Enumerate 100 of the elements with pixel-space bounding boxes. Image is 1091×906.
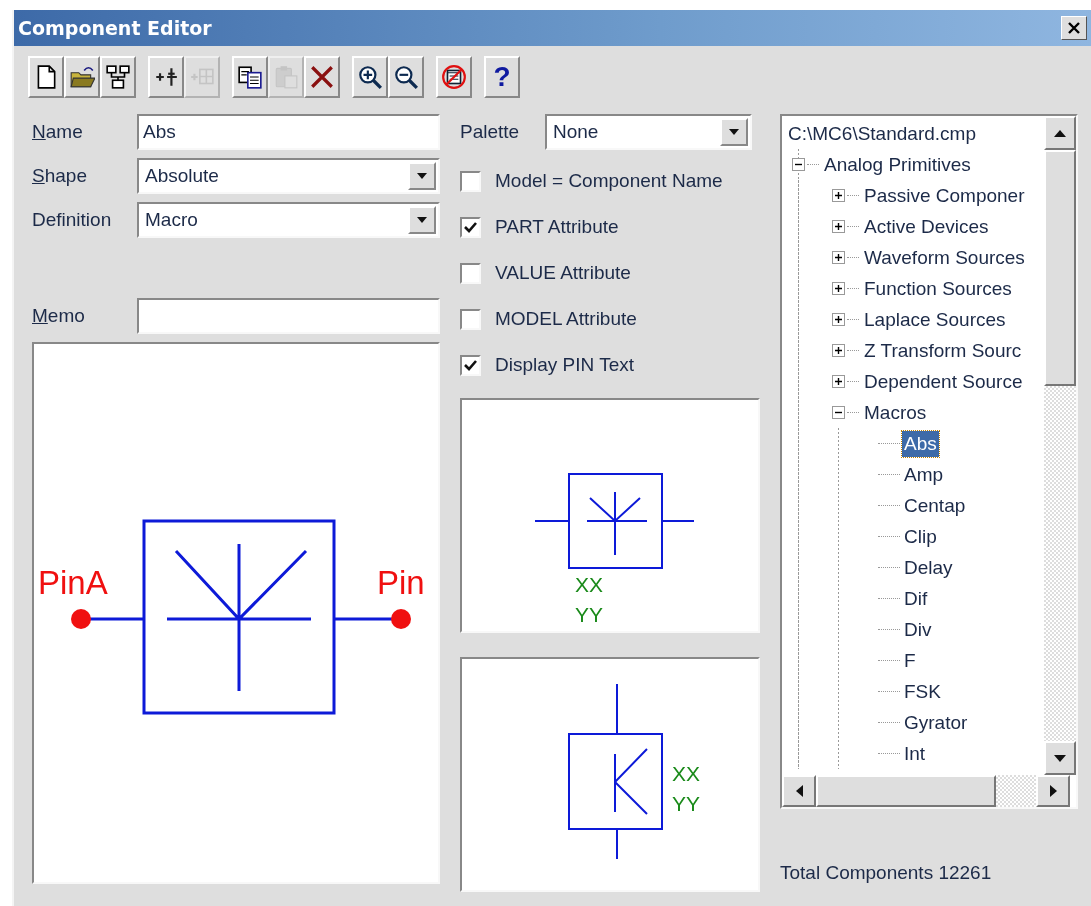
expander-box[interactable] — [832, 251, 845, 264]
total-count: Total Components 12261 — [780, 861, 993, 885]
field-label: Palette — [460, 119, 521, 144]
scrollbar-thumb[interactable] — [816, 775, 996, 807]
tree-item[interactable]: Int — [902, 740, 928, 767]
plus-icon — [834, 346, 843, 355]
checkbox[interactable] — [460, 262, 481, 284]
expander-box[interactable] — [832, 313, 845, 326]
plus-icon — [834, 284, 843, 293]
dropdown-field[interactable]: None — [545, 114, 752, 150]
dropdown-button[interactable] — [408, 206, 436, 234]
left-arrow-icon — [794, 784, 804, 798]
checkbox-label: Display PIN Text — [495, 352, 635, 377]
copy-button[interactable] — [232, 56, 268, 98]
expander-box[interactable] — [832, 220, 845, 233]
tree-item[interactable]: Waveform Sources — [862, 244, 1027, 271]
attribute-label: XX — [672, 762, 700, 785]
checkbox[interactable] — [460, 354, 481, 376]
scrollbar-thumb[interactable] — [1044, 150, 1076, 386]
up-arrow-icon — [1053, 128, 1067, 138]
folder-icon — [69, 64, 95, 90]
zoom-in-button[interactable] — [352, 56, 388, 98]
expander-box[interactable] — [832, 344, 845, 357]
tree-item[interactable]: Z Transform Sourc — [862, 337, 1024, 364]
tree-item[interactable]: Laplace Sources — [862, 306, 1008, 333]
tree-item[interactable]: Dif — [902, 585, 930, 612]
checkbox-label: Model = Component Name — [495, 168, 723, 193]
scroll-right-button[interactable] — [1036, 775, 1070, 807]
expander-box[interactable] — [832, 189, 845, 202]
tree-item[interactable]: Delay — [902, 554, 955, 581]
check-icon — [463, 358, 478, 372]
hierarchy-icon — [105, 64, 131, 90]
check-icon — [463, 220, 478, 234]
clipboard-icon — [273, 64, 299, 90]
delete-icon — [309, 64, 335, 90]
expander-box[interactable] — [832, 375, 845, 388]
dropdown-arrow-icon — [416, 172, 428, 180]
tree-item[interactable]: Div — [902, 616, 934, 643]
attribute-label: XX — [575, 573, 603, 596]
attribute-label: YY — [575, 603, 603, 626]
no-display-button[interactable] — [436, 56, 472, 98]
tree-item[interactable]: Abs — [902, 430, 939, 457]
window-title: Component Editor — [18, 15, 212, 41]
add-pin-button[interactable] — [148, 56, 184, 98]
close-button[interactable] — [1061, 16, 1087, 40]
expander-box[interactable] — [832, 406, 845, 419]
tree-item[interactable]: C:\MC6\Standard.cmp — [786, 120, 978, 147]
tree-button[interactable] — [100, 56, 136, 98]
dropdown-arrow-icon — [416, 216, 428, 224]
text-field[interactable]: Abs — [137, 114, 440, 150]
new-button[interactable] — [28, 56, 64, 98]
zoom-out-button[interactable] — [388, 56, 424, 98]
tree-item[interactable]: Clip — [902, 523, 939, 550]
dropdown-button[interactable] — [408, 162, 436, 190]
zoom-in-icon — [357, 64, 383, 90]
plus-icon — [834, 253, 843, 262]
scroll-left-button[interactable] — [782, 775, 816, 807]
tree-item[interactable]: Amp — [902, 461, 946, 488]
checkbox-label: VALUE Attribute — [495, 260, 631, 285]
plus-icon — [834, 191, 843, 200]
plus-icon — [834, 377, 843, 386]
checkbox[interactable] — [460, 170, 481, 192]
pin-label: Pin — [377, 564, 425, 601]
help-button[interactable]: ? — [484, 56, 520, 98]
checkbox[interactable] — [460, 216, 481, 238]
tree-item[interactable]: Dependent Source — [862, 368, 1025, 395]
tree-item[interactable]: Macros — [862, 399, 929, 426]
expander-box[interactable] — [832, 282, 845, 295]
scroll-down-button[interactable] — [1044, 741, 1076, 775]
dropdown-field[interactable]: Macro — [137, 202, 440, 238]
dropdown-button[interactable] — [720, 118, 748, 146]
field-label: Memo — [32, 303, 86, 328]
tree-item[interactable]: Analog Primitives — [822, 151, 973, 178]
tree-item[interactable]: Gyrator — [902, 709, 970, 736]
checkbox-label: MODEL Attribute — [495, 306, 637, 331]
dropdown-field[interactable]: Absolute — [137, 158, 440, 194]
zoom-out-icon — [393, 64, 419, 90]
right-arrow-icon — [1048, 784, 1058, 798]
close-icon — [1067, 21, 1081, 35]
tree-item[interactable]: F — [902, 647, 918, 674]
pin-label: PinA — [38, 564, 108, 601]
prohibited-icon — [441, 64, 467, 90]
expander-box[interactable] — [792, 158, 805, 171]
scroll-up-button[interactable] — [1044, 116, 1076, 150]
field-label: Definition — [32, 207, 113, 232]
tree-item[interactable]: Centap — [902, 492, 968, 519]
tree-item[interactable]: Passive Componer — [862, 182, 1027, 209]
dropdown-arrow-icon — [728, 128, 740, 136]
tree-item[interactable]: Active Devices — [862, 213, 991, 240]
field-label: Name — [32, 119, 84, 144]
open-button[interactable] — [64, 56, 100, 98]
plus-icon — [834, 222, 843, 231]
tree-item[interactable]: FSK — [902, 678, 943, 705]
checkbox-label: PART Attribute — [495, 214, 619, 239]
checkbox[interactable] — [460, 308, 481, 330]
copy-icon — [237, 64, 263, 90]
delete-button[interactable] — [304, 56, 340, 98]
text-field[interactable] — [137, 298, 440, 334]
down-arrow-icon — [1053, 753, 1067, 763]
tree-item[interactable]: Function Sources — [862, 275, 1014, 302]
